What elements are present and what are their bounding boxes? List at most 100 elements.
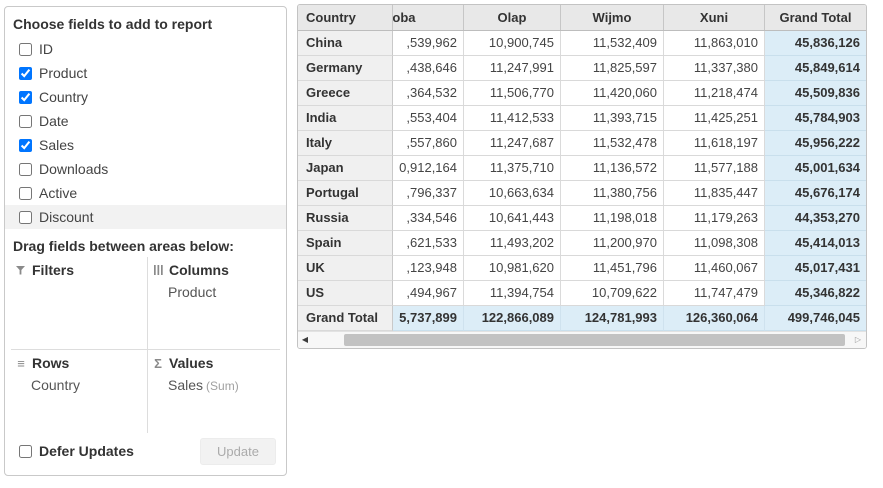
grid-cell[interactable]: 45,676,174	[765, 181, 866, 206]
grid-cell[interactable]: 10,663,634	[464, 181, 561, 206]
grid-cell[interactable]: 10,709,622	[561, 281, 664, 306]
field-item-discount[interactable]: Discount	[5, 205, 286, 229]
grid-row-header[interactable]: Japan	[298, 156, 393, 181]
grid-cell[interactable]: 45,346,822	[765, 281, 866, 306]
field-checkbox-sales[interactable]	[19, 139, 32, 152]
field-checkbox-product[interactable]	[19, 67, 32, 80]
grid-cell[interactable]: 126,360,064	[664, 306, 765, 331]
grid-cell[interactable]: 11,380,756	[561, 181, 664, 206]
grid-cell[interactable]: ,364,532	[393, 81, 464, 106]
grid-row-header[interactable]: Portugal	[298, 181, 393, 206]
grid-cell[interactable]: 44,353,270	[765, 206, 866, 231]
grid-cell[interactable]: 45,784,903	[765, 106, 866, 131]
grid-cell[interactable]: 10,900,745	[464, 31, 561, 56]
grid-cell[interactable]: 11,506,770	[464, 81, 561, 106]
grid-cell[interactable]: 10,981,620	[464, 256, 561, 281]
scroll-left-arrow-icon[interactable]: ◀	[298, 332, 312, 348]
grid-row-header[interactable]: China	[298, 31, 393, 56]
grid-cell[interactable]: 45,001,634	[765, 156, 866, 181]
grid-cell[interactable]: ,553,404	[393, 106, 464, 131]
grid-cell[interactable]: 11,179,263	[664, 206, 765, 231]
grid-cell[interactable]: 11,618,197	[664, 131, 765, 156]
grid-row-header[interactable]: Greece	[298, 81, 393, 106]
grid-cell[interactable]: ,539,962	[393, 31, 464, 56]
field-item-active[interactable]: Active	[5, 181, 286, 205]
grid-cell[interactable]: 11,136,572	[561, 156, 664, 181]
filters-area[interactable]: Filters	[11, 257, 148, 350]
grid-cell[interactable]: 122,866,089	[464, 306, 561, 331]
field-checkbox-id[interactable]	[19, 43, 32, 56]
grid-cell[interactable]: 11,532,409	[561, 31, 664, 56]
grid-row-header[interactable]: India	[298, 106, 393, 131]
grid-cell[interactable]: 11,337,380	[664, 56, 765, 81]
grid-cell[interactable]: 11,375,710	[464, 156, 561, 181]
field-checkbox-country[interactable]	[19, 91, 32, 104]
field-item-country[interactable]: Country	[5, 85, 286, 109]
field-item-downloads[interactable]: Downloads	[5, 157, 286, 181]
grid-cell[interactable]: 11,394,754	[464, 281, 561, 306]
grid-cell[interactable]: 45,849,614	[765, 56, 866, 81]
grid-column-header-wijmo[interactable]: Wijmo	[561, 5, 664, 30]
grid-cell[interactable]: 11,247,991	[464, 56, 561, 81]
grid-cell[interactable]: 45,956,222	[765, 131, 866, 156]
grid-row-header[interactable]: US	[298, 281, 393, 306]
field-checkbox-downloads[interactable]	[19, 163, 32, 176]
rows-area[interactable]: ≡ Rows Country	[11, 350, 148, 433]
grid-cell[interactable]: 11,098,308	[664, 231, 765, 256]
grid-row-header[interactable]: Russia	[298, 206, 393, 231]
grid-cell[interactable]: 11,532,478	[561, 131, 664, 156]
grid-row-header[interactable]: Grand Total	[298, 306, 393, 331]
grid-cell[interactable]: ,438,646	[393, 56, 464, 81]
grid-cell[interactable]: 45,836,126	[765, 31, 866, 56]
grid-column-header-olap[interactable]: Olap	[464, 5, 561, 30]
grid-cell[interactable]: 11,825,597	[561, 56, 664, 81]
grid-cell[interactable]: ,796,337	[393, 181, 464, 206]
grid-cell[interactable]: ,123,948	[393, 256, 464, 281]
scroll-right-arrow-icon[interactable]: ▷	[851, 332, 865, 348]
field-item-product[interactable]: Product	[5, 61, 286, 85]
area-field-sales[interactable]: Sales(Sum)	[168, 375, 276, 397]
grid-cell[interactable]: 11,577,188	[664, 156, 765, 181]
grid-column-header-aoba[interactable]: Aoba	[393, 5, 464, 30]
grid-cell[interactable]: 11,247,687	[464, 131, 561, 156]
grid-cell[interactable]: 11,460,067	[664, 256, 765, 281]
grid-cell[interactable]: 10,641,443	[464, 206, 561, 231]
grid-column-header-country[interactable]: Country	[298, 5, 393, 30]
grid-cell[interactable]: 11,420,060	[561, 81, 664, 106]
field-item-id[interactable]: ID	[5, 37, 286, 61]
grid-cell[interactable]: 0,912,164	[393, 156, 464, 181]
grid-cell[interactable]: 11,200,970	[561, 231, 664, 256]
grid-cell[interactable]: 11,451,796	[561, 256, 664, 281]
field-item-sales[interactable]: Sales	[5, 133, 286, 157]
grid-cell[interactable]: 45,509,836	[765, 81, 866, 106]
grid-row-header[interactable]: Germany	[298, 56, 393, 81]
defer-updates-checkbox[interactable]	[19, 445, 32, 458]
field-item-date[interactable]: Date	[5, 109, 286, 133]
grid-row-header[interactable]: UK	[298, 256, 393, 281]
grid-cell[interactable]: 11,198,018	[561, 206, 664, 231]
grid-cell[interactable]: 11,863,010	[664, 31, 765, 56]
grid-cell[interactable]: 45,414,013	[765, 231, 866, 256]
update-button[interactable]: Update	[200, 438, 276, 465]
grid-cell[interactable]: ,494,967	[393, 281, 464, 306]
field-checkbox-discount[interactable]	[19, 211, 32, 224]
grid-cell[interactable]: 11,425,251	[664, 106, 765, 131]
grid-row-header[interactable]: Italy	[298, 131, 393, 156]
grid-cell[interactable]: 499,746,045	[765, 306, 866, 331]
scrollbar-thumb[interactable]	[344, 334, 845, 346]
grid-column-header-grand-total[interactable]: Grand Total	[765, 5, 866, 30]
grid-cell[interactable]: 11,835,447	[664, 181, 765, 206]
area-field-product[interactable]: Product	[168, 282, 276, 303]
columns-area[interactable]: Columns Product	[148, 257, 280, 350]
grid-cell[interactable]: ,621,533	[393, 231, 464, 256]
field-checkbox-date[interactable]	[19, 115, 32, 128]
grid-cell[interactable]: 11,218,474	[664, 81, 765, 106]
grid-cell[interactable]: ,334,546	[393, 206, 464, 231]
grid-cell[interactable]: 45,017,431	[765, 256, 866, 281]
values-area[interactable]: Σ Values Sales(Sum)	[148, 350, 280, 433]
grid-cell[interactable]: 124,781,993	[561, 306, 664, 331]
grid-cell[interactable]: 11,412,533	[464, 106, 561, 131]
field-checkbox-active[interactable]	[19, 187, 32, 200]
grid-cell[interactable]: 11,493,202	[464, 231, 561, 256]
grid-cell[interactable]: ,557,860	[393, 131, 464, 156]
